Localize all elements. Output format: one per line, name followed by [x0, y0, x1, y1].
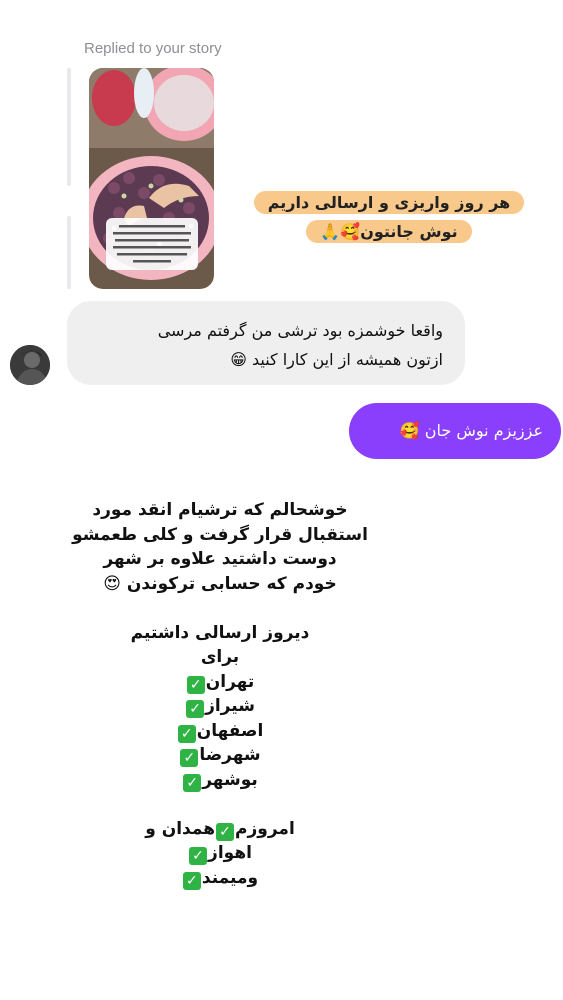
announcement-line-text: دیروز ارسالی داشتیم: [130, 622, 310, 643]
announcement-line-text: دوست داشتید علاوه بر شهر: [103, 549, 337, 569]
city-list-item: ومیمند✓: [60, 866, 380, 891]
announcement-line-text: بوشهر: [202, 769, 258, 790]
announcement-line-text: تهران: [205, 671, 255, 692]
announcement-line-text: ومیمند: [201, 867, 259, 888]
announcement-line: استقبال قرار گرفت و کلی طعمشو: [60, 523, 380, 548]
checkmark-icon: ✓: [189, 847, 208, 865]
city-list-item: امروزم✓همدان و: [60, 817, 380, 842]
announcement-line-text: اصفهان: [196, 720, 264, 741]
incoming-message-line: ازتون همیشه از این کارا کنید 😁: [230, 350, 443, 369]
announcement-line: دیروز ارسالی داشتیم: [60, 621, 380, 646]
announcement-line-text: شیراز: [205, 696, 255, 716]
story-caption: هر روز واریزی و ارسالی داریم نوش جانتون🥰…: [240, 188, 538, 246]
checkmark-icon: ✓: [183, 773, 202, 792]
announcement-line: برای: [60, 645, 380, 670]
incoming-message-line: واقعا خوشمزه بود ترشی من گرفتم مرسی: [157, 321, 443, 340]
outgoing-message-bubble[interactable]: عززیزم نوش جان 🥰: [349, 403, 561, 459]
avatar[interactable]: [10, 345, 50, 385]
story-thumbnail[interactable]: [89, 68, 214, 289]
city-list-item: شهرضا✓: [60, 743, 380, 768]
story-caption-line: نوش جانتون🥰🙏: [306, 220, 472, 243]
avatar-image: [10, 345, 50, 385]
checkmark-icon: ✓: [180, 749, 199, 767]
city-list-item: اهواز✓: [60, 841, 380, 866]
incoming-message-bubble[interactable]: واقعا خوشمزه بود ترشی من گرفتم مرسی ازتو…: [67, 301, 465, 385]
announcement-line-text: برای: [200, 647, 240, 667]
checkmark-icon: ✓: [182, 871, 201, 890]
announcement-line: خوشحالم که ترشیام انقد مورد: [60, 498, 380, 523]
story-image: [89, 68, 214, 289]
announcement-line-text: اهواز: [208, 843, 252, 863]
announcement-line-text: همدان و: [145, 818, 216, 839]
announcement-text: خوشحالم که ترشیام انقد مورد استقبال قرار …: [60, 498, 380, 890]
checkmark-icon: ✓: [177, 724, 196, 743]
city-list-item: شیراز✓: [60, 694, 380, 719]
announcement-line-text: استقبال قرار گرفت و کلی طعمشو: [72, 524, 368, 545]
reply-quote-bar: [67, 216, 71, 289]
city-list-item: تهران✓: [60, 670, 380, 695]
checkmark-icon: ✓: [186, 675, 205, 694]
announcement-line: خودم که حسابی ترکوندن 😍: [60, 572, 380, 597]
announcement-line-text: خودم که حسابی ترکوندن 😍: [103, 573, 337, 594]
announcement-line: [60, 596, 380, 621]
story-caption-line: هر روز واریزی و ارسالی داریم: [253, 191, 525, 214]
announcement-line-text: شهرضا: [199, 745, 261, 765]
checkmark-icon: ✓: [186, 700, 205, 718]
announcement-line: دوست داشتید علاوه بر شهر: [60, 547, 380, 572]
reply-quote-bar: [67, 68, 71, 186]
announcement-line-text: امروزم: [235, 818, 295, 839]
checkmark-icon: ✓: [216, 822, 235, 841]
announcement-line: [60, 792, 380, 817]
city-list-item: بوشهر✓: [60, 768, 380, 793]
announcement-line-text: خوشحالم که ترشیام انقد مورد: [92, 500, 348, 520]
city-list-item: اصفهان✓: [60, 719, 380, 744]
story-reply-label: Replied to your story: [84, 40, 222, 57]
